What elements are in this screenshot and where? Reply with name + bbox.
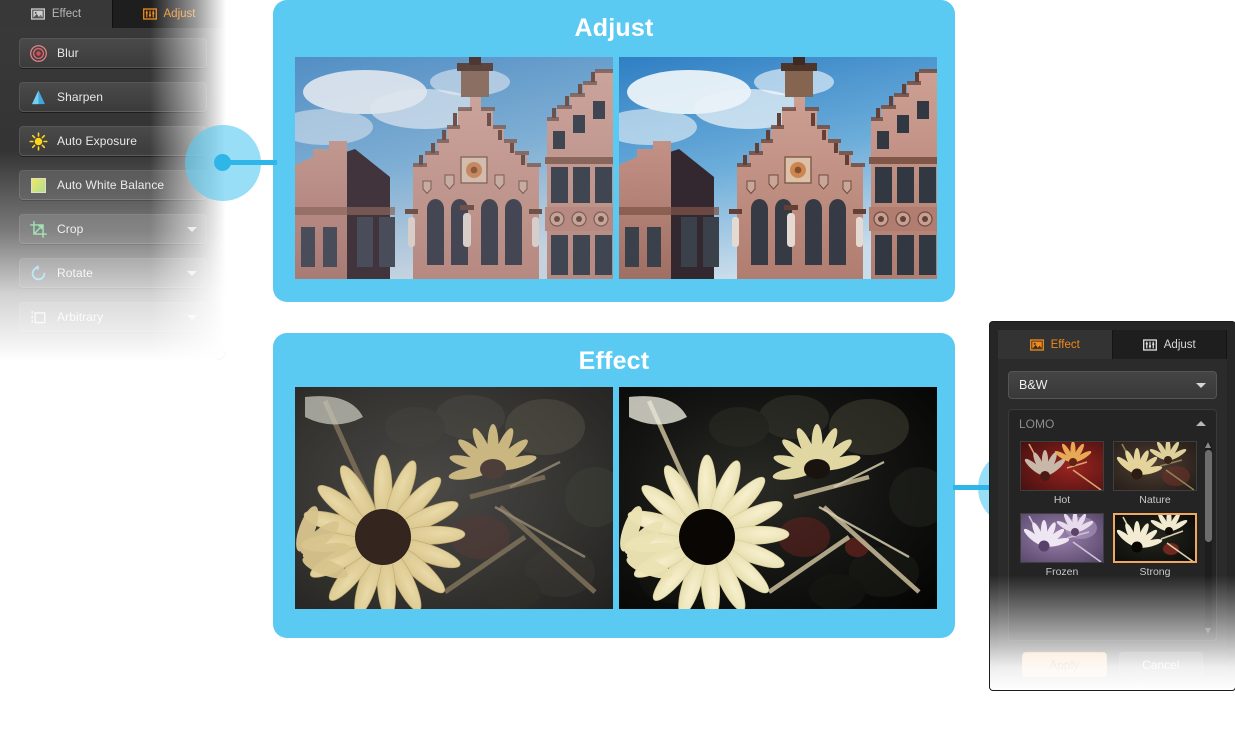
sidebar-item-sharpen-label: Sharpen <box>57 90 104 104</box>
chevron-up-icon <box>1196 421 1206 426</box>
callout-dot-left <box>214 154 231 171</box>
tab-adjust-right-label: Adjust <box>1163 338 1196 351</box>
preset-thumb-nature-image <box>1113 441 1197 491</box>
preset-thumb-hot[interactable]: Hot <box>1020 441 1104 506</box>
tab-adjust-left-label: Adjust <box>163 8 196 20</box>
gradient-square-icon <box>30 177 47 193</box>
before-sunflower-photo <box>295 387 613 609</box>
preset-list-scrollbar[interactable] <box>1205 442 1212 634</box>
preset-thumb-strong-image <box>1113 513 1197 563</box>
sidebar-item-auto-white-balance[interactable]: Auto White Balance <box>19 170 207 200</box>
picture-icon <box>30 8 45 20</box>
sidebar-item-auto-exposure[interactable]: Auto Exposure <box>19 126 207 156</box>
chevron-down-icon <box>187 226 197 232</box>
preset-select-value: B&W <box>1019 378 1048 392</box>
lomo-group-label: LOMO <box>1019 416 1055 431</box>
effect-settings-panel: Effect Adjust B&W LOMO Hot Nature Frozen… <box>990 322 1235 690</box>
chevron-down-icon <box>187 314 197 320</box>
sidebar-item-sharpen[interactable]: Sharpen <box>19 82 207 112</box>
preset-thumb-nature[interactable]: Nature <box>1113 441 1197 506</box>
tab-adjust-left[interactable]: Adjust <box>113 0 226 28</box>
preset-thumb-frozen[interactable]: Frozen <box>1020 513 1104 578</box>
after-sunflower-photo <box>619 387 937 609</box>
preset-thumb-hot-image <box>1020 441 1104 491</box>
sidebar-item-crop[interactable]: Crop <box>19 214 207 244</box>
effect-card-title: Effect <box>578 347 650 375</box>
adjust-card-title: Adjust <box>574 14 654 42</box>
preset-thumb-strong[interactable]: Strong <box>1113 513 1197 578</box>
scrollbar-thumb[interactable] <box>1205 450 1212 542</box>
sidebar-item-arbitrary[interactable]: Arbitrary <box>19 302 207 332</box>
before-building-photo <box>295 57 613 279</box>
rotate-icon <box>31 264 46 280</box>
preset-thumb-frozen-label: Frozen <box>1045 566 1079 578</box>
apply-button-label: Apply <box>1049 657 1080 672</box>
chevron-down-icon <box>1196 382 1206 388</box>
picture-icon <box>1029 338 1044 351</box>
callout-line-left <box>223 160 277 165</box>
sidebar-item-rotate-label: Rotate <box>57 266 93 280</box>
adjust-comparison-card: Adjust <box>273 0 955 302</box>
sliders-icon <box>142 8 157 20</box>
left-panel-tabbar: Effect Adjust <box>0 0 226 28</box>
chevron-down-icon <box>187 270 197 276</box>
blur-target-icon <box>30 44 47 62</box>
lomo-group-header[interactable]: LOMO <box>1009 410 1216 437</box>
preset-thumb-frozen-image <box>1020 513 1104 563</box>
panel-action-row: Apply Cancel <box>1008 641 1217 677</box>
scroll-down-arrow-icon[interactable] <box>1205 628 1211 634</box>
sidebar-item-crop-label: Crop <box>57 222 84 236</box>
preset-thumb-nature-label: Nature <box>1139 494 1171 506</box>
sidebar-item-auto-white-balance-label: Auto White Balance <box>57 178 165 192</box>
sidebar-item-auto-exposure-label: Auto Exposure <box>57 134 138 148</box>
adjust-image-pair <box>295 57 937 279</box>
preset-thumbnail-grid: Hot Nature Frozen Strong <box>1009 437 1216 578</box>
lomo-group: LOMO Hot Nature Frozen Strong <box>1008 409 1217 641</box>
preset-select-bw[interactable]: B&W <box>1008 371 1217 399</box>
effect-settings-inner: Effect Adjust B&W LOMO Hot Nature Frozen… <box>998 330 1227 682</box>
scroll-up-arrow-icon[interactable] <box>1205 442 1211 448</box>
tab-effect-right[interactable]: Effect <box>998 330 1113 359</box>
tab-effect-left-label: Effect <box>51 8 82 20</box>
after-building-photo <box>619 57 937 279</box>
effect-settings-body: B&W LOMO Hot Nature Frozen Strong Apply … <box>998 359 1227 677</box>
tab-adjust-right[interactable]: Adjust <box>1112 330 1227 359</box>
cancel-button[interactable]: Cancel <box>1118 652 1203 677</box>
cancel-button-label: Cancel <box>1142 657 1180 672</box>
tab-effect-right-label: Effect <box>1050 338 1080 351</box>
sidebar-item-rotate[interactable]: Rotate <box>19 258 207 288</box>
arbitrary-icon <box>31 310 46 324</box>
effect-image-pair <box>295 387 937 609</box>
triangle-icon <box>32 89 45 104</box>
apply-button[interactable]: Apply <box>1022 652 1107 677</box>
sidebar-item-blur-label: Blur <box>57 46 79 60</box>
preset-thumb-hot-label: Hot <box>1053 494 1071 506</box>
preset-thumb-strong-label: Strong <box>1139 566 1171 578</box>
tab-effect-left[interactable]: Effect <box>0 0 113 28</box>
sliders-icon <box>1142 338 1157 351</box>
sidebar-item-blur[interactable]: Blur <box>19 38 207 68</box>
screenshot-stage: Effect Adjust Blur Sharpen Auto Exposure… <box>0 0 1235 740</box>
effect-comparison-card: Effect <box>273 333 955 638</box>
right-panel-tabbar: Effect Adjust <box>998 330 1227 359</box>
sidebar-item-arbitrary-label: Arbitrary <box>57 310 104 324</box>
crop-icon <box>29 220 48 238</box>
sun-icon <box>29 131 48 151</box>
